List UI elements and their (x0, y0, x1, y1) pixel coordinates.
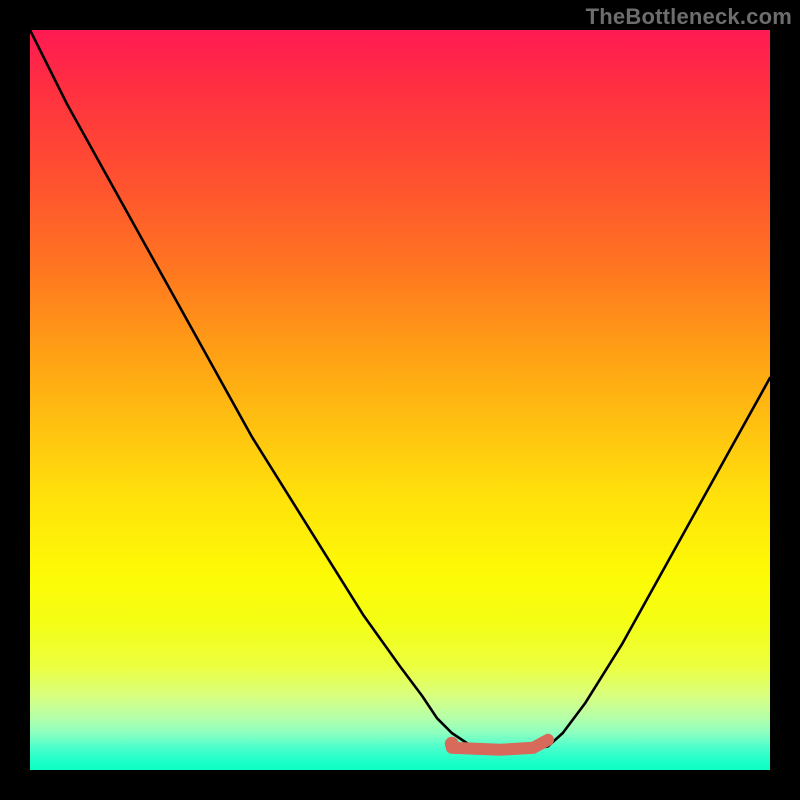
bottleneck-curve-line (30, 30, 770, 750)
curve-svg (30, 30, 770, 770)
plot-area (30, 30, 770, 770)
chart-frame: { "watermark": "TheBottleneck.com", "col… (0, 0, 800, 800)
watermark-text: TheBottleneck.com (586, 4, 792, 30)
optimal-marker-dot (445, 737, 459, 751)
